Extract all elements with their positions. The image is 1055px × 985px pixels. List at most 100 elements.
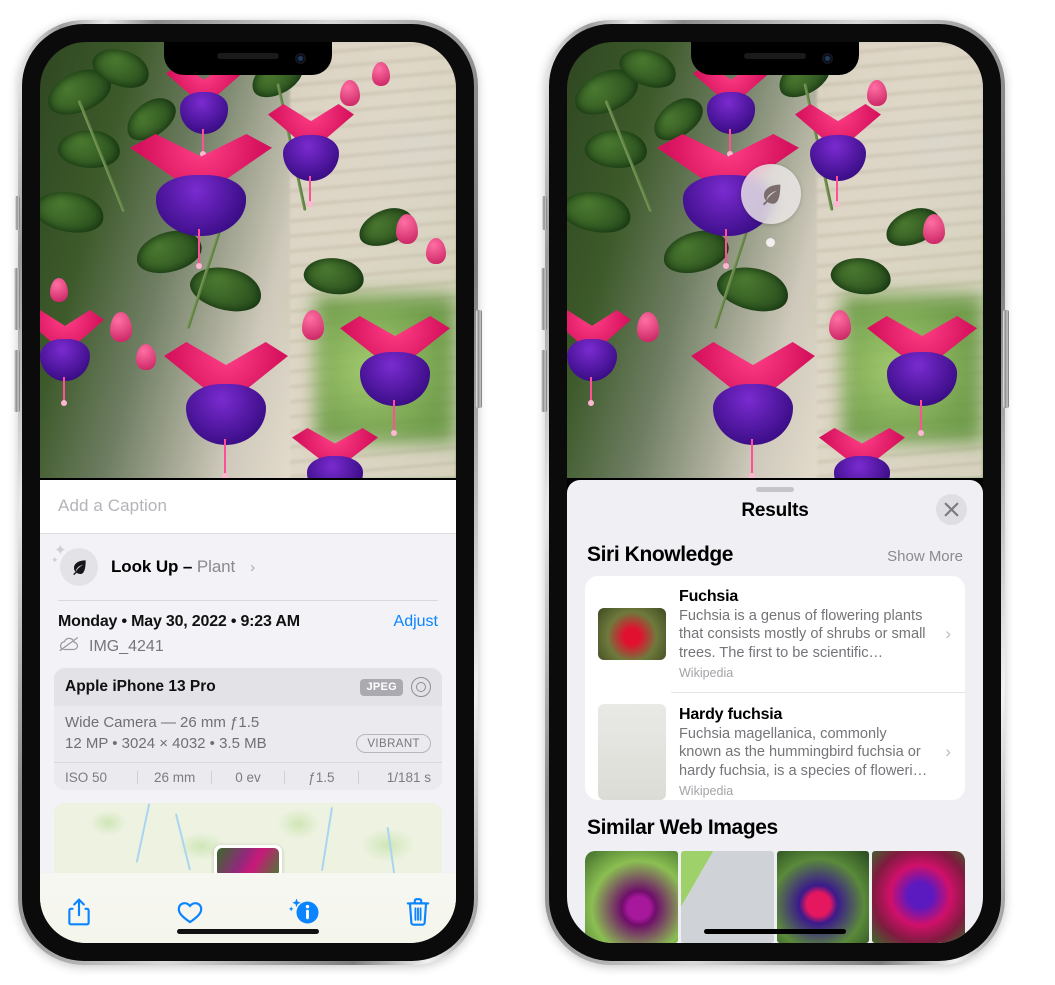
result-thumbnail [598,703,666,800]
show-more-button[interactable]: Show More [887,548,963,565]
map-road [175,813,191,870]
file-name: IMG_4241 [89,637,164,655]
notch [164,42,332,75]
flower-bud [136,344,156,370]
camera-body: Wide Camera — 26 mm ƒ1.5 12 MP • 3024 × … [54,706,442,762]
similar-web-images-header: Similar Web Images [567,800,983,849]
flower-bud [396,214,418,244]
siri-knowledge-header: Siri Knowledge Show More [567,536,983,576]
fuchsia-blossom [166,64,242,158]
page-title: Results [741,499,809,521]
chevron-right-icon: › [945,623,951,643]
photo-info-panel: Add a Caption ✦ ✦ Look Up – Plant › Mond… [40,480,456,943]
capture-date: Monday • May 30, 2022 • 9:23 AM [58,613,300,630]
visual-look-up-anchor-dot [766,238,775,247]
result-thumbnail [598,607,666,660]
web-image-4[interactable] [872,851,965,943]
side-power-button[interactable] [1003,310,1009,408]
home-indicator[interactable] [704,929,846,934]
volume-up-button[interactable] [14,268,20,330]
map-road [386,826,396,873]
chevron-right-icon: › [250,558,256,576]
volume-up-button[interactable] [541,268,547,330]
look-up-icon-wrap: ✦ ✦ [51,543,98,586]
result-body: Hardy fuchsia Fuchsia magellanica, commo… [679,706,932,798]
leaf-icon [762,184,781,206]
mute-switch[interactable] [542,196,547,230]
screenshot-stage: Add a Caption ✦ ✦ Look Up – Plant › Mond… [0,0,1055,985]
heart-icon[interactable] [176,899,204,930]
fuchsia-blossom [867,316,977,436]
fuchsia-blossom [693,64,769,158]
look-up-prefix: Look Up – [111,557,197,576]
fuchsia-blossom [130,134,272,269]
result-description: Fuchsia is a genus of flowering plants t… [679,607,926,661]
spec-line: 12 MP • 3024 × 4032 • 3.5 MB [65,735,267,752]
icloud-slash-icon [58,636,80,657]
visual-look-up-badge[interactable] [741,164,801,224]
right-screen: Results Siri Knowledge Show More Fuchsia… [567,42,983,943]
sheet-header: Results [567,492,983,536]
list-item[interactable]: Hardy fuchsia Fuchsia magellanica, commo… [585,691,965,800]
flower-bud [867,80,887,106]
volume-down-button[interactable] [14,350,20,412]
results-sheet: Results Siri Knowledge Show More Fuchsia… [567,480,983,943]
result-title: Hardy fuchsia [679,705,783,723]
spec-line-wrap: 12 MP • 3024 × 4032 • 3.5 MB VIBRANT [65,734,431,753]
look-up-subject: Plant [196,557,236,576]
close-icon[interactable] [936,493,967,525]
home-indicator[interactable] [177,929,319,934]
fuchsia-blossom [340,316,450,436]
right-iphone-device: Results Siri Knowledge Show More Fuchsia… [541,20,1009,965]
sparkle-icon: ✦ [51,555,59,565]
map-photo-pin[interactable] [214,844,282,873]
caption-input-row[interactable]: Add a Caption [40,480,456,534]
lens-line: Wide Camera — 26 mm ƒ1.5 [65,714,260,731]
camera-header: Apple iPhone 13 Pro JPEG [54,668,442,706]
fuchsia-blossom [292,428,378,478]
exif-aperture: ƒ1.5 [308,770,335,785]
result-source: Wikipedia [679,665,734,680]
flower-bud [372,62,390,86]
left-iphone-device: Add a Caption ✦ ✦ Look Up – Plant › Mond… [14,20,482,965]
fuchsia-blossom [691,342,815,478]
earpiece-speaker [217,53,279,59]
adjust-button[interactable]: Adjust [394,613,438,631]
photo-viewer[interactable] [40,42,456,478]
fuchsia-blossom [40,310,104,406]
aperture-icon [411,677,431,697]
map-road [321,806,333,871]
earpiece-speaker [744,53,806,59]
result-body: Fuchsia Fuchsia is a genus of flowering … [679,588,932,680]
location-map[interactable] [54,802,442,873]
exif-iso: ISO 50 [65,770,108,785]
mute-switch[interactable] [15,196,20,230]
left-screen: Add a Caption ✦ ✦ Look Up – Plant › Mond… [40,42,456,943]
result-title: Fuchsia [679,587,739,605]
volume-down-button[interactable] [541,350,547,412]
section-title: Siri Knowledge [587,542,734,566]
chevron-right-icon: › [945,741,951,761]
info-sparkle-icon[interactable] [288,897,322,932]
map-road [135,803,151,863]
camera-header-right: JPEG [360,677,431,697]
look-up-row[interactable]: ✦ ✦ Look Up – Plant › [40,534,456,600]
front-camera [822,53,833,64]
look-up-label: Look Up – Plant [111,557,235,577]
list-item[interactable]: Fuchsia Fuchsia is a genus of flowering … [585,576,965,692]
photo-viewer[interactable] [567,42,983,478]
web-image-1[interactable] [585,851,678,943]
photographic-style-badge: VIBRANT [356,734,431,753]
share-icon[interactable] [66,897,92,932]
side-power-button[interactable] [476,310,482,408]
flower-bud [302,310,324,340]
fuchsia-blossom [268,104,354,207]
format-badge: JPEG [360,678,403,696]
fuchsia-blossom [819,428,905,478]
trash-icon[interactable] [406,897,430,932]
result-description: Fuchsia magellanica, commonly known as t… [679,725,928,779]
exif-focal: 26 mm [153,770,196,785]
flower-bud [829,310,851,340]
siri-knowledge-card: Fuchsia Fuchsia is a genus of flowering … [585,575,965,800]
camera-info-card[interactable]: Apple iPhone 13 Pro JPEG Wide Camera — 2… [54,668,442,790]
